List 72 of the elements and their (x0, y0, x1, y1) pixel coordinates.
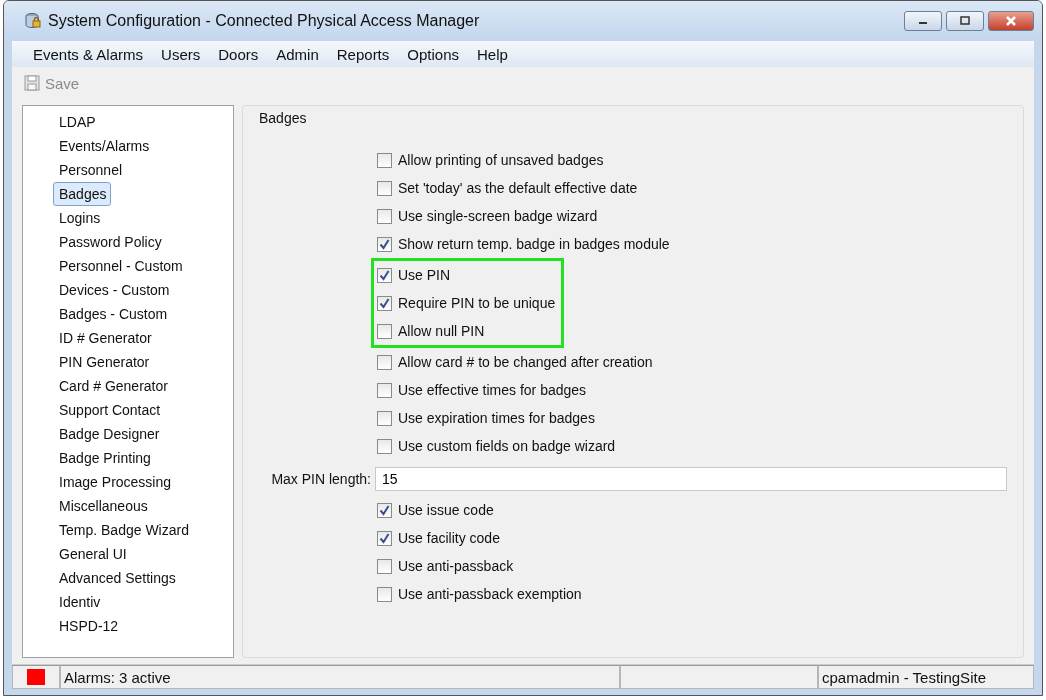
sidebar-item[interactable]: Temp. Badge Wizard (53, 518, 194, 542)
checkbox-option[interactable]: Allow printing of unsaved badges (377, 146, 670, 174)
checkbox-option[interactable]: Use single-screen badge wizard (377, 202, 670, 230)
checkbox-option[interactable]: Use facility code (377, 524, 582, 552)
checkbox[interactable] (377, 502, 392, 518)
checkbox[interactable] (377, 208, 392, 224)
sidebar-item[interactable]: Password Policy (53, 230, 167, 254)
checkbox[interactable] (377, 180, 392, 196)
checkbox-option[interactable]: Use PIN (377, 261, 556, 289)
sidebar-item[interactable]: Personnel (53, 158, 128, 182)
sidebar-item[interactable]: LDAP (53, 110, 101, 134)
checkbox-option[interactable]: Require PIN to be unique (377, 289, 556, 317)
sidebar-item[interactable]: Events/Alarms (53, 134, 155, 158)
checkbox[interactable] (377, 236, 392, 252)
checkbox[interactable] (377, 586, 392, 602)
menu-item[interactable]: Options (398, 45, 468, 63)
sidebar-item[interactable]: Card # Generator (53, 374, 173, 398)
alarm-status: Alarms: 3 active (64, 668, 171, 686)
checkbox[interactable] (377, 354, 392, 370)
close-icon (1004, 15, 1018, 27)
sidebar-item[interactable]: Badge Designer (53, 422, 165, 446)
field-label: Max PIN length: (270, 471, 371, 487)
menu-item[interactable]: Help (468, 45, 517, 63)
checkbox[interactable] (377, 530, 392, 546)
checkbox[interactable] (377, 323, 392, 339)
checkbox-option[interactable]: Use expiration times for badges (377, 404, 653, 432)
menu-item[interactable]: Doors (209, 45, 268, 63)
checkbox[interactable] (377, 410, 392, 426)
checkbox-option[interactable]: Allow null PIN (377, 317, 556, 345)
sidebar-item[interactable]: Badges (53, 182, 112, 206)
sidebar-item[interactable]: Personnel - Custom (53, 254, 188, 278)
checkbox-option[interactable]: Show return temp. badge in badges module (377, 230, 670, 258)
checkbox-option[interactable]: Use anti-passback (377, 552, 582, 580)
checkbox[interactable] (377, 267, 392, 283)
maximize-icon (959, 16, 971, 26)
checkbox-option[interactable]: Use effective times for badges (377, 376, 653, 404)
checkbox-option[interactable]: Use anti-passback exemption (377, 580, 582, 608)
alarm-indicator (27, 669, 45, 685)
sidebar-item[interactable]: Miscellaneous (53, 494, 153, 518)
sidebar-item[interactable]: Badge Printing (53, 446, 156, 470)
user-site: cpamadmin - TestingSite (822, 668, 986, 686)
checkbox[interactable] (377, 382, 392, 398)
checkbox-option[interactable]: Use issue code (377, 496, 582, 524)
checkbox-option[interactable]: Allow card # to be changed after creation (377, 348, 653, 376)
checkbox[interactable] (377, 295, 392, 311)
sidebar-item[interactable]: PIN Generator (53, 350, 155, 374)
menu-item[interactable]: Reports (327, 45, 399, 63)
checkbox[interactable] (377, 558, 392, 574)
checkbox[interactable] (377, 438, 392, 454)
sidebar-item[interactable]: Identiv (53, 590, 106, 614)
sidebar-item[interactable]: Advanced Settings (53, 566, 181, 590)
sidebar-item[interactable]: Image Processing (53, 470, 177, 494)
sidebar-item[interactable]: ID # Generator (53, 326, 157, 350)
minimize-button[interactable] (904, 11, 942, 31)
checkbox-option[interactable]: Use custom fields on badge wizard (377, 432, 653, 460)
max-pin-length-field[interactable]: 15 (375, 467, 1007, 491)
maximize-button[interactable] (946, 11, 984, 31)
window-title: System Configuration - Connected Physical Access Manager (48, 12, 481, 30)
sidebar-item[interactable]: Devices - Custom (53, 278, 175, 302)
menu-item[interactable]: Users (152, 45, 210, 63)
checkbox[interactable] (377, 152, 392, 168)
menu-item[interactable]: Events & Alarms (24, 45, 153, 63)
checkbox-option[interactable]: Set 'today' as the default effective date (377, 174, 670, 202)
sidebar-item[interactable]: Logins (53, 206, 106, 230)
close-button[interactable] (988, 11, 1034, 31)
menu-item[interactable]: Admin (267, 45, 328, 63)
sidebar-item[interactable]: Badges - Custom (53, 302, 173, 326)
database-lock-icon (24, 12, 42, 30)
sidebar-item[interactable]: General UI (53, 542, 132, 566)
sidebar-item[interactable]: Support Contact (53, 398, 166, 422)
sidebar-item[interactable]: HSPD-12 (53, 614, 124, 638)
panel-title: Badges (259, 110, 308, 128)
